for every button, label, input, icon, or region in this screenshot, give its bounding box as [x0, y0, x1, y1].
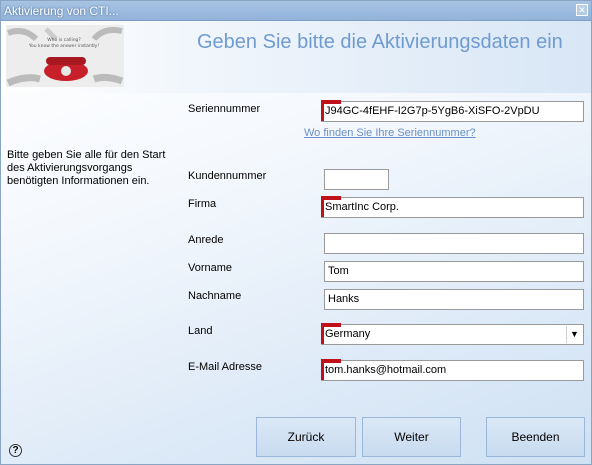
firstname-input[interactable]: Tom [324, 261, 584, 282]
serial-input[interactable]: J94GC-4fEHF-I2G7p-5YgB6-XiSFO-2VpDU [321, 101, 584, 122]
page-heading: Geben Sie bitte die Aktivierungsdaten ei… [197, 31, 563, 53]
required-marker [321, 324, 324, 344]
salutation-label: Anrede [188, 234, 224, 246]
dialog-content: Who is calling? You know the answer inst… [1, 21, 591, 464]
close-icon[interactable]: ✕ [576, 4, 588, 16]
header-bar: Who is calling? You know the answer inst… [1, 21, 591, 93]
activation-window: Aktivierung von CTI... ✕ Who is calling?… [0, 0, 592, 465]
back-button[interactable]: Zurück [256, 417, 356, 457]
help-icon[interactable]: ? [9, 444, 22, 457]
next-button[interactable]: Weiter [362, 417, 461, 457]
banner-caption-2: You know the answer instantly! [28, 43, 100, 49]
banner-image: Who is calling? You know the answer inst… [6, 25, 124, 87]
finish-button[interactable]: Beenden [486, 417, 585, 457]
required-marker [321, 196, 341, 200]
salutation-input[interactable] [324, 233, 584, 254]
lastname-input[interactable]: Hanks [324, 289, 584, 310]
country-select[interactable]: Germany ▼ [321, 324, 584, 345]
title-bar[interactable]: Aktivierung von CTI... ✕ [1, 1, 591, 21]
customer-number-input[interactable] [324, 169, 389, 190]
required-marker [321, 101, 324, 121]
instructions-text: Bitte geben Sie alle für den Start des A… [7, 149, 166, 187]
required-marker [321, 359, 341, 363]
company-input[interactable]: SmartInc Corp. [321, 197, 584, 218]
email-label: E-Mail Adresse [188, 361, 262, 373]
required-marker [321, 323, 341, 327]
company-label: Firma [188, 198, 217, 210]
serial-help-link[interactable]: Wo finden Sie Ihre Seriennummer? [304, 127, 476, 139]
required-marker [321, 360, 324, 380]
telephone-banner-icon: Who is calling? You know the answer inst… [6, 25, 124, 87]
banner-caption-1: Who is calling? [47, 37, 81, 43]
country-value: Germany [325, 328, 371, 340]
serial-label: Seriennummer [188, 103, 261, 115]
required-marker [321, 197, 324, 217]
firstname-label: Vorname [188, 262, 233, 274]
window-title: Aktivierung von CTI... [4, 4, 119, 18]
customer-number-label: Kundennummer [188, 170, 267, 182]
email-input[interactable]: tom.hanks@hotmail.com [321, 360, 584, 381]
country-label: Land [188, 325, 213, 337]
required-marker [321, 100, 341, 104]
lastname-label: Nachname [188, 290, 242, 302]
chevron-down-icon[interactable]: ▼ [566, 326, 582, 343]
